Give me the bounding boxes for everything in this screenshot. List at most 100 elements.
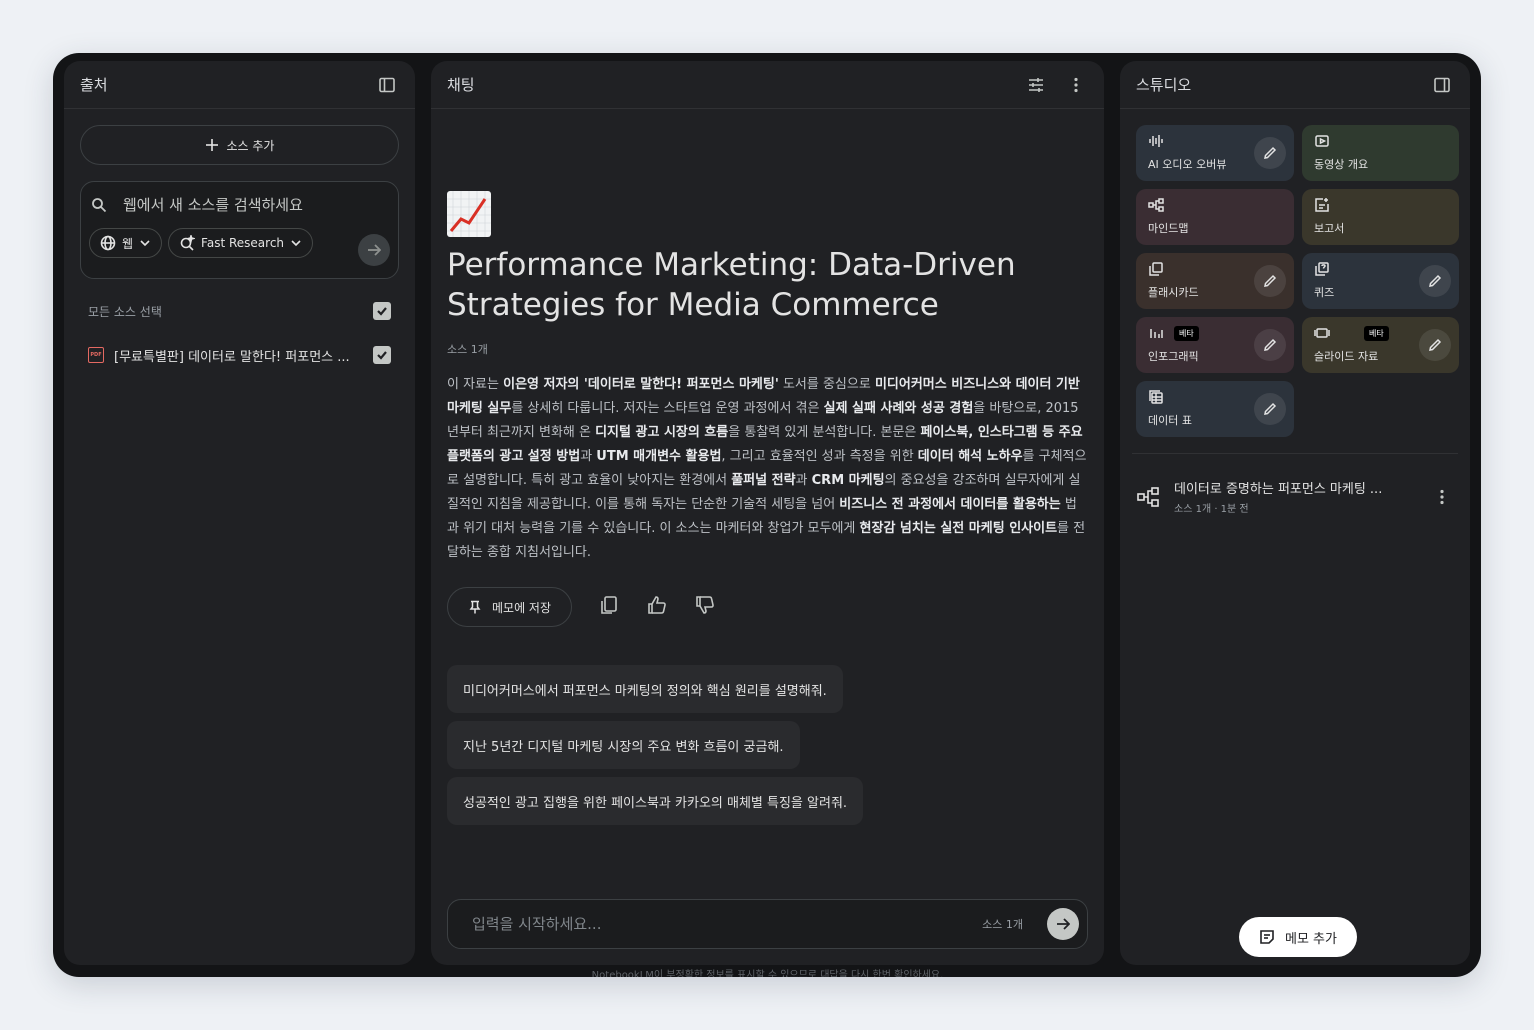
chat-title: 채팅 <box>447 76 475 94</box>
mindmap-icon <box>1148 198 1164 212</box>
infographic-tile[interactable]: 베타 인포그래픽 <box>1136 317 1294 373</box>
edit-pencil-icon[interactable] <box>1254 329 1286 361</box>
add-memo-label: 메모 추가 <box>1285 931 1337 947</box>
tile-label: 보고서 <box>1314 222 1345 235</box>
report-icon <box>1315 198 1329 212</box>
chat-panel: 채팅 Performance Marketing: Data-Driven St… <box>431 61 1104 965</box>
edit-pencil-icon[interactable] <box>1254 265 1286 297</box>
collapse-panel-icon[interactable] <box>1430 73 1454 97</box>
quiz-tile[interactable]: 퀴즈 <box>1302 253 1459 309</box>
document-title-line2: Strategies for Media Commerce <box>447 287 939 323</box>
edit-pencil-icon[interactable] <box>1419 329 1451 361</box>
search-icon <box>92 198 107 213</box>
source-item-checkbox[interactable] <box>373 346 391 364</box>
tile-label: 동영상 개요 <box>1314 158 1369 171</box>
beta-badge: 베타 <box>1364 325 1389 341</box>
save-to-memo-button[interactable]: 메모에 저장 <box>447 587 573 627</box>
save-to-memo-label: 메모에 저장 <box>492 600 552 615</box>
suggestion-chip[interactable]: 지난 5년간 디지털 마케팅 시장의 주요 변화 흐름이 궁금해. <box>447 721 800 769</box>
research-mode-dropdown[interactable]: Fast Research <box>168 228 314 258</box>
note-title: 데이터로 증명하는 퍼포먼스 마케팅 ... <box>1174 482 1383 497</box>
sources-title: 출처 <box>80 76 108 94</box>
generated-note-item[interactable]: 데이터로 증명하는 퍼포먼스 마케팅 ... 소스 1개 · 1분 전 <box>1136 478 1454 515</box>
chart-increasing-icon <box>447 191 491 237</box>
mindmap-icon <box>1137 486 1159 507</box>
web-source-dropdown[interactable]: 웹 <box>89 228 163 258</box>
web-search-box: 웹 Fast Research <box>80 181 399 279</box>
note-meta: 소스 1개 · 1분 전 <box>1174 504 1249 515</box>
tune-settings-icon[interactable] <box>1024 73 1048 97</box>
report-tile[interactable]: 보고서 <box>1302 189 1459 245</box>
chat-header: 채팅 <box>431 61 1104 109</box>
collapse-panel-icon[interactable] <box>375 73 399 97</box>
notebook-window: 출처 소스 추가 웹 Fast Researc <box>53 53 1481 977</box>
plus-icon <box>205 139 218 151</box>
disclaimer-text: NotebookLM이 부정확한 정보를 표시할 수 있으므로 대답을 다시 한… <box>591 970 944 977</box>
divider <box>1132 453 1458 454</box>
summary-actions: 메모에 저장 <box>447 587 1088 627</box>
chevron-down-icon <box>140 240 150 247</box>
send-button[interactable] <box>1047 908 1079 940</box>
studio-title: 스튜디오 <box>1136 76 1192 94</box>
mindmap-tile[interactable]: 마인드맵 <box>1136 189 1294 245</box>
thumbs-down-icon[interactable] <box>694 594 716 620</box>
edit-pencil-icon[interactable] <box>1419 265 1451 297</box>
chevron-down-icon <box>291 240 301 247</box>
studio-tools: AI 오디오 오버뷰 동영상 개요 마인드맵 보고서 플래시카드 퀴즈 베타 인… <box>1136 125 1459 437</box>
data-table-icon <box>1149 390 1163 404</box>
sources-panel: 출처 소스 추가 웹 Fast Researc <box>64 61 415 965</box>
note-add-icon <box>1260 930 1274 944</box>
pin-icon <box>469 600 481 614</box>
edit-pencil-icon[interactable] <box>1254 393 1286 425</box>
copy-icon[interactable] <box>598 594 620 620</box>
check-icon <box>377 351 387 360</box>
suggested-questions: 미디어커머스에서 퍼포먼스 마케팅의 정의와 핵심 원리를 설명해줘. 지난 5… <box>447 665 1088 825</box>
source-count: 소스 1개 <box>447 343 488 356</box>
data-table-tile[interactable]: 데이터 표 <box>1136 381 1294 437</box>
select-all-row: 모든 소스 선택 <box>64 291 415 331</box>
add-source-label: 소스 추가 <box>226 138 275 153</box>
edit-pencil-icon[interactable] <box>1254 137 1286 169</box>
research-chip-label: Fast Research <box>201 236 285 250</box>
document-title-line1: Performance Marketing: Data-Driven <box>447 247 1016 283</box>
arrow-right-icon <box>368 244 381 256</box>
suggestion-chip[interactable]: 미디어커머스에서 퍼포먼스 마케팅의 정의와 핵심 원리를 설명해줘. <box>447 665 843 713</box>
chat-input[interactable] <box>472 915 983 933</box>
thumbs-up-icon[interactable] <box>646 594 668 620</box>
add-memo-button[interactable]: 메모 추가 <box>1239 917 1357 957</box>
beta-badge: 베타 <box>1174 325 1199 341</box>
audio-overview-tile[interactable]: AI 오디오 오버뷰 <box>1136 125 1294 181</box>
arrow-right-icon <box>1057 918 1070 930</box>
sparkle-search-icon <box>180 235 196 251</box>
web-chip-label: 웹 <box>122 236 134 251</box>
chat-body: Performance Marketing: Data-Driven Strat… <box>431 191 1104 825</box>
source-item[interactable]: PDF [무료특별판] 데이터로 말한다! 퍼포먼스 ... <box>64 335 415 375</box>
video-icon <box>1315 135 1329 147</box>
audio-waveform-icon <box>1149 135 1163 147</box>
flashcard-icon <box>1149 262 1163 276</box>
globe-icon <box>100 235 116 251</box>
studio-header: 스튜디오 <box>1120 61 1470 109</box>
studio-panel: 스튜디오 AI 오디오 오버뷰 동영상 개요 마인드맵 보고서 플래시카드 퀴즈… <box>1120 61 1470 965</box>
check-icon <box>377 307 387 316</box>
more-vert-icon[interactable] <box>1430 485 1454 509</box>
search-submit-button[interactable] <box>358 234 390 266</box>
chat-input-bar: 소스 1개 <box>447 899 1088 949</box>
flashcard-tile[interactable]: 플래시카드 <box>1136 253 1294 309</box>
document-summary: 이 자료는 이은영 저자의 '데이터로 말한다! 퍼포먼스 마케팅' 도서를 중… <box>447 377 1087 560</box>
source-item-name: [무료특별판] 데이터로 말한다! 퍼포먼스 ... <box>114 349 350 365</box>
web-search-input[interactable] <box>123 196 383 214</box>
add-source-button[interactable]: 소스 추가 <box>80 125 399 165</box>
select-all-checkbox[interactable] <box>373 302 391 320</box>
video-overview-tile[interactable]: 동영상 개요 <box>1302 125 1459 181</box>
infographic-icon <box>1150 329 1163 338</box>
sources-header: 출처 <box>64 61 415 109</box>
document-title: Performance Marketing: Data-Driven Strat… <box>447 245 1088 325</box>
tile-label: 마인드맵 <box>1148 222 1189 235</box>
select-all-label: 모든 소스 선택 <box>88 304 162 319</box>
suggestion-chip[interactable]: 성공적인 광고 집행을 위한 페이스북과 카카오의 매체별 특징을 알려줘. <box>447 777 864 825</box>
slides-icon <box>1314 328 1330 338</box>
pdf-icon: PDF <box>88 347 104 363</box>
slides-tile[interactable]: 베타 슬라이드 자료 <box>1302 317 1459 373</box>
more-vert-icon[interactable] <box>1064 73 1088 97</box>
